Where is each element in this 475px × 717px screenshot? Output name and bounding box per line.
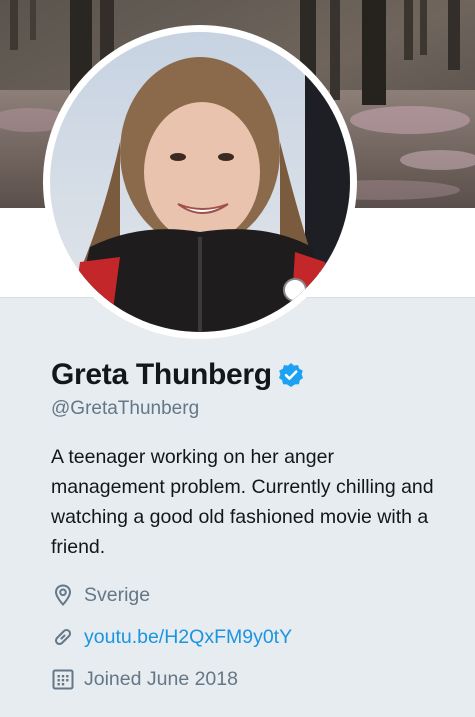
profile-website: youtu.be/H2QxFM9y0tY bbox=[51, 616, 461, 658]
profile-handle[interactable]: @GretaThunberg bbox=[51, 398, 461, 420]
profile-location: Sverige bbox=[51, 574, 461, 616]
location-text: Sverige bbox=[84, 583, 151, 606]
website-link[interactable]: youtu.be/H2QxFM9y0tY bbox=[84, 626, 292, 649]
location-pin-icon bbox=[51, 583, 75, 607]
profile-card: Greta Thunberg @GretaThunberg A teenager… bbox=[51, 356, 461, 700]
joined-text: Joined June 2018 bbox=[84, 667, 238, 690]
link-icon bbox=[51, 625, 75, 649]
profile-bio: A teenager working on her anger manageme… bbox=[51, 446, 434, 558]
avatar-photo bbox=[50, 32, 350, 332]
profile-page: Greta Thunberg @GretaThunberg A teenager… bbox=[0, 0, 475, 717]
verified-badge-icon bbox=[278, 362, 304, 388]
profile-avatar[interactable] bbox=[43, 25, 357, 339]
calendar-icon bbox=[51, 667, 75, 691]
profile-joined: Joined June 2018 bbox=[51, 658, 461, 700]
profile-name[interactable]: Greta Thunberg bbox=[51, 358, 272, 392]
name-row: Greta Thunberg bbox=[51, 356, 461, 394]
